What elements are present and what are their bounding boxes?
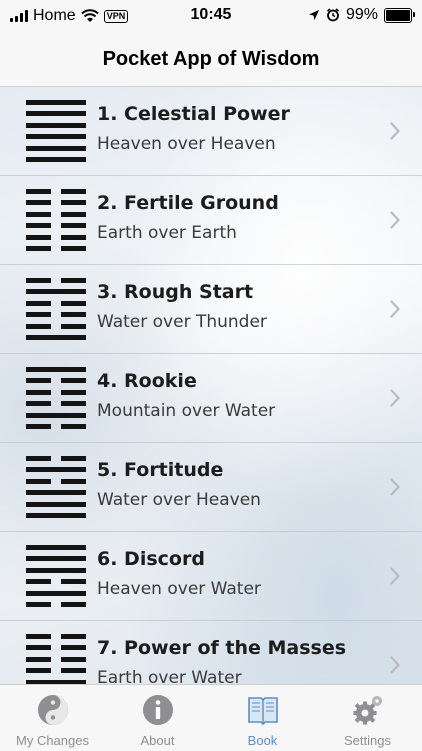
hexagram-row[interactable]: 3. Rough Start Water over Thunder — [0, 265, 422, 354]
solid-line — [26, 545, 86, 550]
tab-about-label: About — [140, 733, 175, 748]
alarm-clock-icon — [326, 8, 339, 22]
solid-line — [26, 501, 86, 507]
hexagram-title: 1. Celestial Power — [97, 103, 290, 125]
hexagram-list[interactable]: 1. Celestial Power Heaven over Heaven 2. F… — [0, 87, 422, 684]
hexagram-title: 5. Fortitude — [97, 459, 224, 481]
broken-line — [26, 300, 86, 306]
hexagram-row[interactable]: 2. Fertile Ground Earth over Earth — [0, 176, 422, 265]
hexagram-subtitle: Water over Thunder — [97, 312, 267, 332]
solid-line — [26, 134, 86, 140]
broken-line — [26, 234, 86, 240]
hexagram-row[interactable]: 6. Discord Heaven over Water — [0, 532, 422, 621]
chevron-right-icon — [390, 122, 400, 140]
navigation-bar: Pocket App of Wisdom — [0, 32, 422, 87]
yin-yang-icon — [37, 695, 68, 725]
broken-line — [26, 601, 86, 607]
hexagram-symbol-icon — [26, 456, 86, 518]
broken-line — [26, 200, 86, 206]
chevron-right-icon — [390, 300, 400, 318]
solid-line — [26, 490, 86, 496]
chevron-right-icon — [390, 656, 400, 674]
solid-line — [26, 590, 86, 596]
tab-settings[interactable]: Settings — [315, 685, 420, 751]
broken-line — [26, 456, 86, 461]
battery-percent: 99% — [345, 6, 378, 23]
broken-line — [26, 245, 86, 251]
hexagram-subtitle: Water over Heaven — [97, 490, 261, 510]
broken-line — [26, 579, 86, 585]
tab-my-changes[interactable]: My Changes — [0, 685, 105, 751]
solid-line — [26, 567, 86, 573]
book-icon — [247, 697, 278, 726]
battery-icon — [384, 7, 415, 23]
broken-line — [26, 189, 86, 194]
solid-line — [26, 467, 86, 473]
tab-bar: My Changes About Book Settings — [0, 684, 422, 751]
broken-line — [26, 389, 86, 395]
solid-line — [26, 156, 86, 162]
broken-line — [26, 378, 86, 384]
solid-line — [26, 111, 86, 117]
tab-my-changes-label: My Changes — [16, 733, 89, 748]
solid-line — [26, 556, 86, 562]
chevron-right-icon — [390, 567, 400, 585]
solid-line — [26, 145, 86, 151]
solid-line — [26, 367, 86, 372]
solid-line — [26, 289, 86, 295]
hexagram-row[interactable]: 5. Fortitude Water over Heaven — [0, 443, 422, 532]
broken-line — [26, 634, 86, 639]
info-icon — [142, 695, 173, 725]
hexagram-title: 2. Fertile Ground — [97, 192, 279, 214]
broken-line — [26, 312, 86, 318]
hexagram-subtitle: Heaven over Water — [97, 579, 261, 599]
hexagram-title: 4. Rookie — [97, 370, 197, 392]
tab-settings-label: Settings — [344, 733, 391, 748]
broken-line — [26, 656, 86, 662]
hexagram-row[interactable]: 7. Power of the Masses Earth over Water — [0, 621, 422, 684]
hexagram-title: 3. Rough Start — [97, 281, 254, 303]
hexagram-symbol-icon — [26, 278, 86, 340]
solid-line — [26, 334, 86, 340]
hexagram-row[interactable]: 1. Celestial Power Heaven over Heaven — [0, 87, 422, 176]
solid-line — [26, 100, 86, 105]
broken-line — [26, 278, 86, 283]
hexagram-symbol-icon — [26, 545, 86, 607]
tab-book[interactable]: Book — [210, 685, 315, 751]
page-title: Pocket App of Wisdom — [102, 47, 320, 70]
hexagram-symbol-icon — [26, 100, 86, 162]
hexagram-title: 7. Power of the Masses — [97, 637, 347, 659]
gears-icon — [353, 696, 382, 725]
chevron-right-icon — [390, 389, 400, 407]
hexagram-subtitle: Earth over Water — [97, 668, 242, 684]
hexagram-subtitle: Earth over Earth — [97, 223, 237, 243]
tab-book-label: Book — [247, 733, 278, 748]
location-arrow-icon — [308, 10, 319, 20]
hexagram-symbol-icon — [26, 367, 86, 429]
hexagram-symbol-icon — [26, 634, 86, 684]
chevron-right-icon — [390, 478, 400, 496]
broken-line — [26, 645, 86, 651]
broken-line — [26, 401, 86, 407]
hexagram-symbol-icon — [26, 189, 86, 251]
broken-line — [26, 668, 86, 674]
hexagram-subtitle: Mountain over Water — [97, 401, 276, 421]
status-right: 99% — [308, 6, 415, 24]
chevron-right-icon — [390, 211, 400, 229]
status-bar: Home VPN 10:45 99% — [0, 0, 422, 32]
broken-line — [26, 223, 86, 229]
hexagram-row[interactable]: 4. Rookie Mountain over Water — [0, 354, 422, 443]
hexagram-subtitle: Heaven over Heaven — [97, 134, 276, 154]
broken-line — [26, 323, 86, 329]
solid-line — [26, 122, 86, 128]
broken-line — [26, 211, 86, 217]
solid-line — [26, 512, 86, 518]
hexagram-title: 6. Discord — [97, 548, 205, 570]
tab-about[interactable]: About — [105, 685, 210, 751]
broken-line — [26, 478, 86, 484]
solid-line — [26, 412, 86, 418]
broken-line — [26, 423, 86, 429]
